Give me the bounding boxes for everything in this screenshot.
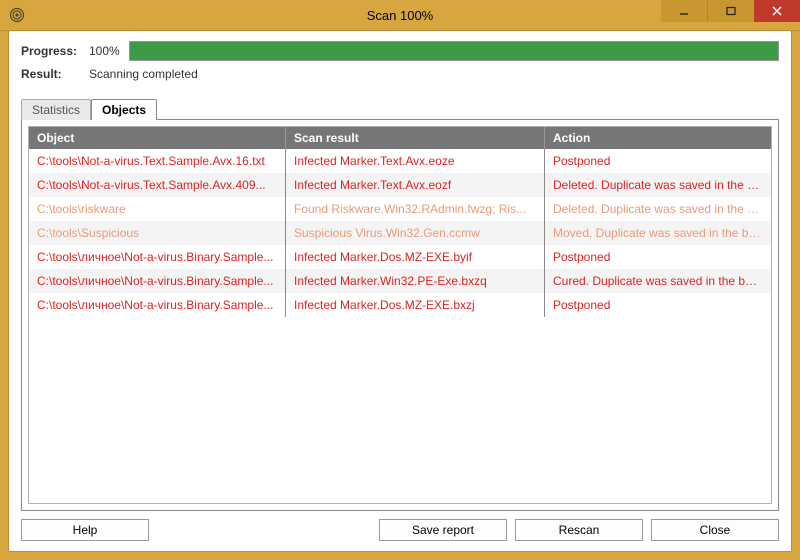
cell-scan-result: Infected Marker.Dos.MZ-EXE.bxzj — [286, 293, 545, 317]
table-row[interactable]: C:\tools\SuspiciousSuspicious Virus.Win3… — [29, 221, 771, 245]
cell-scan-result: Infected Marker.Dos.MZ-EXE.byif — [286, 245, 545, 269]
cell-scan-result: Infected Marker.Text.Avx.eozf — [286, 173, 545, 197]
cell-object: C:\tools\riskware — [29, 197, 286, 221]
table-body[interactable]: C:\tools\Not-a-virus.Text.Sample.Avx.16.… — [29, 149, 771, 503]
table-row[interactable]: C:\tools\личное\Not-a-virus.Binary.Sampl… — [29, 245, 771, 269]
tabs-container: Statistics Objects Object Scan result Ac… — [21, 97, 779, 511]
progress-fill — [130, 42, 778, 60]
cell-action: Postponed — [545, 245, 771, 269]
cell-action: Deleted. Duplicate was saved in the back… — [545, 197, 771, 221]
cell-action: Cured. Duplicate was saved in the backup… — [545, 269, 771, 293]
results-table: Object Scan result Action C:\tools\Not-a… — [28, 126, 772, 504]
minimize-button[interactable] — [661, 0, 708, 22]
app-icon — [8, 6, 26, 24]
help-button[interactable]: Help — [21, 519, 149, 541]
column-header-object[interactable]: Object — [29, 127, 286, 149]
rescan-button[interactable]: Rescan — [515, 519, 643, 541]
info-area: Progress: 100% Result: Scanning complete… — [9, 31, 791, 93]
cell-object: C:\tools\личное\Not-a-virus.Binary.Sampl… — [29, 269, 286, 293]
button-bar: Help Save report Rescan Close — [9, 511, 791, 551]
cell-scan-result: Suspicious Virus.Win32.Gen.ccmw — [286, 221, 545, 245]
window-title: Scan 100% — [367, 8, 434, 23]
cell-scan-result: Found Riskware.Win32.RAdmin.fwzg; Ris... — [286, 197, 545, 221]
cell-object: C:\tools\Not-a-virus.Text.Sample.Avx.16.… — [29, 149, 286, 173]
cell-object: C:\tools\Suspicious — [29, 221, 286, 245]
cell-action: Moved. Duplicate was saved in the backup… — [545, 221, 771, 245]
progress-label: Progress: — [21, 44, 89, 58]
progress-percent-text: 100% — [89, 44, 129, 58]
cell-scan-result: Infected Marker.Win32.PE-Exe.bxzq — [286, 269, 545, 293]
cell-scan-result: Infected Marker.Text.Avx.eoze — [286, 149, 545, 173]
cell-action: Postponed — [545, 293, 771, 317]
titlebar: Scan 100% — [0, 0, 800, 31]
result-label: Result: — [21, 67, 89, 81]
result-text: Scanning completed — [89, 67, 198, 81]
maximize-button[interactable] — [708, 0, 754, 22]
result-row: Result: Scanning completed — [21, 67, 779, 81]
column-header-action[interactable]: Action — [545, 127, 771, 149]
column-header-scan-result[interactable]: Scan result — [286, 127, 545, 149]
save-report-button[interactable]: Save report — [379, 519, 507, 541]
table-row[interactable]: C:\tools\личное\Not-a-virus.Binary.Sampl… — [29, 293, 771, 317]
main-frame: Progress: 100% Result: Scanning complete… — [8, 30, 792, 552]
table-row[interactable]: C:\tools\riskwareFound Riskware.Win32.RA… — [29, 197, 771, 221]
window-controls — [661, 0, 800, 22]
cell-object: C:\tools\личное\Not-a-virus.Binary.Sampl… — [29, 293, 286, 317]
table-header: Object Scan result Action — [29, 127, 771, 149]
close-button[interactable] — [754, 0, 800, 22]
progress-row: Progress: 100% — [21, 41, 779, 61]
cell-object: C:\tools\Not-a-virus.Text.Sample.Avx.409… — [29, 173, 286, 197]
cell-action: Postponed — [545, 149, 771, 173]
table-row[interactable]: C:\tools\Not-a-virus.Text.Sample.Avx.16.… — [29, 149, 771, 173]
tab-objects[interactable]: Objects — [91, 99, 157, 120]
table-row[interactable]: C:\tools\Not-a-virus.Text.Sample.Avx.409… — [29, 173, 771, 197]
table-row[interactable]: C:\tools\личное\Not-a-virus.Binary.Sampl… — [29, 269, 771, 293]
progress-bar — [129, 41, 779, 61]
cell-object: C:\tools\личное\Not-a-virus.Binary.Sampl… — [29, 245, 286, 269]
tab-panel-objects: Object Scan result Action C:\tools\Not-a… — [21, 119, 779, 511]
tab-strip: Statistics Objects — [21, 97, 779, 119]
cell-action: Deleted. Duplicate was saved in the back… — [545, 173, 771, 197]
close-dialog-button[interactable]: Close — [651, 519, 779, 541]
tab-statistics[interactable]: Statistics — [21, 99, 91, 120]
